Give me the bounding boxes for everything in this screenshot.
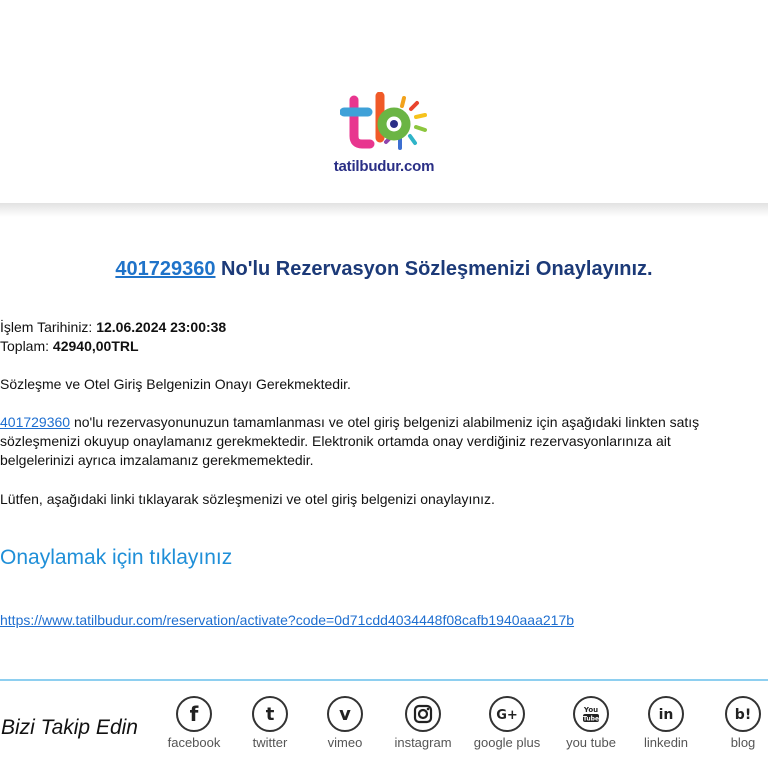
title-text: No'lu Rezervasyon Sözleşmenizi Onaylayın… xyxy=(215,258,653,280)
transaction-date-label: İşlem Tarihiniz: xyxy=(0,319,97,335)
approval-notice: Sözleşme ve Otel Giriş Belgenizin Onayı … xyxy=(0,376,351,392)
blog-icon: b! xyxy=(725,696,761,732)
follow-us-label: Bizi Takip Edin xyxy=(1,716,138,739)
twitter-icon: t xyxy=(252,696,288,732)
svg-text:G+: G+ xyxy=(496,708,518,723)
body-line-3: belgelerinizi ayrıca imzalamanız gerekme… xyxy=(0,452,314,468)
tatilbudur-logo-mark xyxy=(340,92,427,150)
svg-text:You: You xyxy=(583,706,598,714)
svg-text:f: f xyxy=(190,702,199,726)
social-instagram-link[interactable]: instagram xyxy=(383,696,463,750)
google-plus-icon: G+ xyxy=(489,696,525,732)
social-label: facebook xyxy=(167,735,221,750)
social-twitter-link[interactable]: t twitter xyxy=(230,696,310,750)
social-label: instagram xyxy=(394,735,452,750)
total-value: 42940,00TRL xyxy=(52,338,139,354)
social-facebook-link[interactable]: f facebook xyxy=(154,696,234,750)
social-label: you tube xyxy=(566,735,616,750)
svg-text:v: v xyxy=(339,704,351,725)
linkedin-icon: in xyxy=(648,696,684,732)
social-google-plus-link[interactable]: G+ google plus xyxy=(467,696,547,750)
page-title: 401729360 No'lu Rezervasyon Sözleşmenizi… xyxy=(0,258,768,281)
email-header: tatilbudur.com xyxy=(0,0,768,205)
social-label: twitter xyxy=(252,735,288,750)
svg-text:t: t xyxy=(266,704,275,725)
vimeo-icon: v xyxy=(327,696,363,732)
social-label: google plus xyxy=(473,735,541,750)
transaction-date-value: 12.06.2024 23:00:38 xyxy=(96,319,227,335)
footer-divider xyxy=(0,679,768,681)
body-line-1: no'lu rezervasyonunuzun tamamlanması ve … xyxy=(70,414,700,430)
social-label: blog xyxy=(730,735,756,750)
reservation-number-link[interactable]: 401729360 xyxy=(115,258,215,280)
confirm-link[interactable]: Onaylamak için tıklayınız xyxy=(0,546,232,570)
svg-text:Tube: Tube xyxy=(583,716,599,723)
social-blog-link[interactable]: b! blog xyxy=(703,696,768,750)
facebook-icon: f xyxy=(176,696,212,732)
instagram-icon xyxy=(405,696,441,732)
body-line-2: sözleşmenizi okuyup onaylamanız gerekmek… xyxy=(0,433,671,449)
youtube-icon: You Tube xyxy=(573,696,609,732)
confirm-instruction: Lütfen, aşağıdaki linki tıklayarak sözle… xyxy=(0,491,495,507)
brand-name: tatilbudur.com xyxy=(333,158,435,175)
svg-text:b!: b! xyxy=(735,707,751,723)
body-reservation-link[interactable]: 401729360 xyxy=(0,414,70,430)
tatilbudur-logo[interactable]: tatilbudur.com xyxy=(318,92,450,182)
social-label: linkedin xyxy=(643,735,689,750)
reservation-body-text: 401729360 no'lu rezervasyonunuzun tamaml… xyxy=(0,413,768,470)
transaction-details: İşlem Tarihiniz: 12.06.2024 23:00:38 Top… xyxy=(0,318,226,356)
social-linkedin-link[interactable]: in linkedin xyxy=(626,696,706,750)
header-divider-shadow xyxy=(0,203,768,217)
social-youtube-link[interactable]: You Tube you tube xyxy=(551,696,631,750)
social-vimeo-link[interactable]: v vimeo xyxy=(305,696,385,750)
activation-url-link[interactable]: https://www.tatilbudur.com/reservation/a… xyxy=(0,612,574,628)
total-label: Toplam: xyxy=(0,338,53,354)
social-label: vimeo xyxy=(327,735,363,750)
svg-text:in: in xyxy=(659,707,674,723)
